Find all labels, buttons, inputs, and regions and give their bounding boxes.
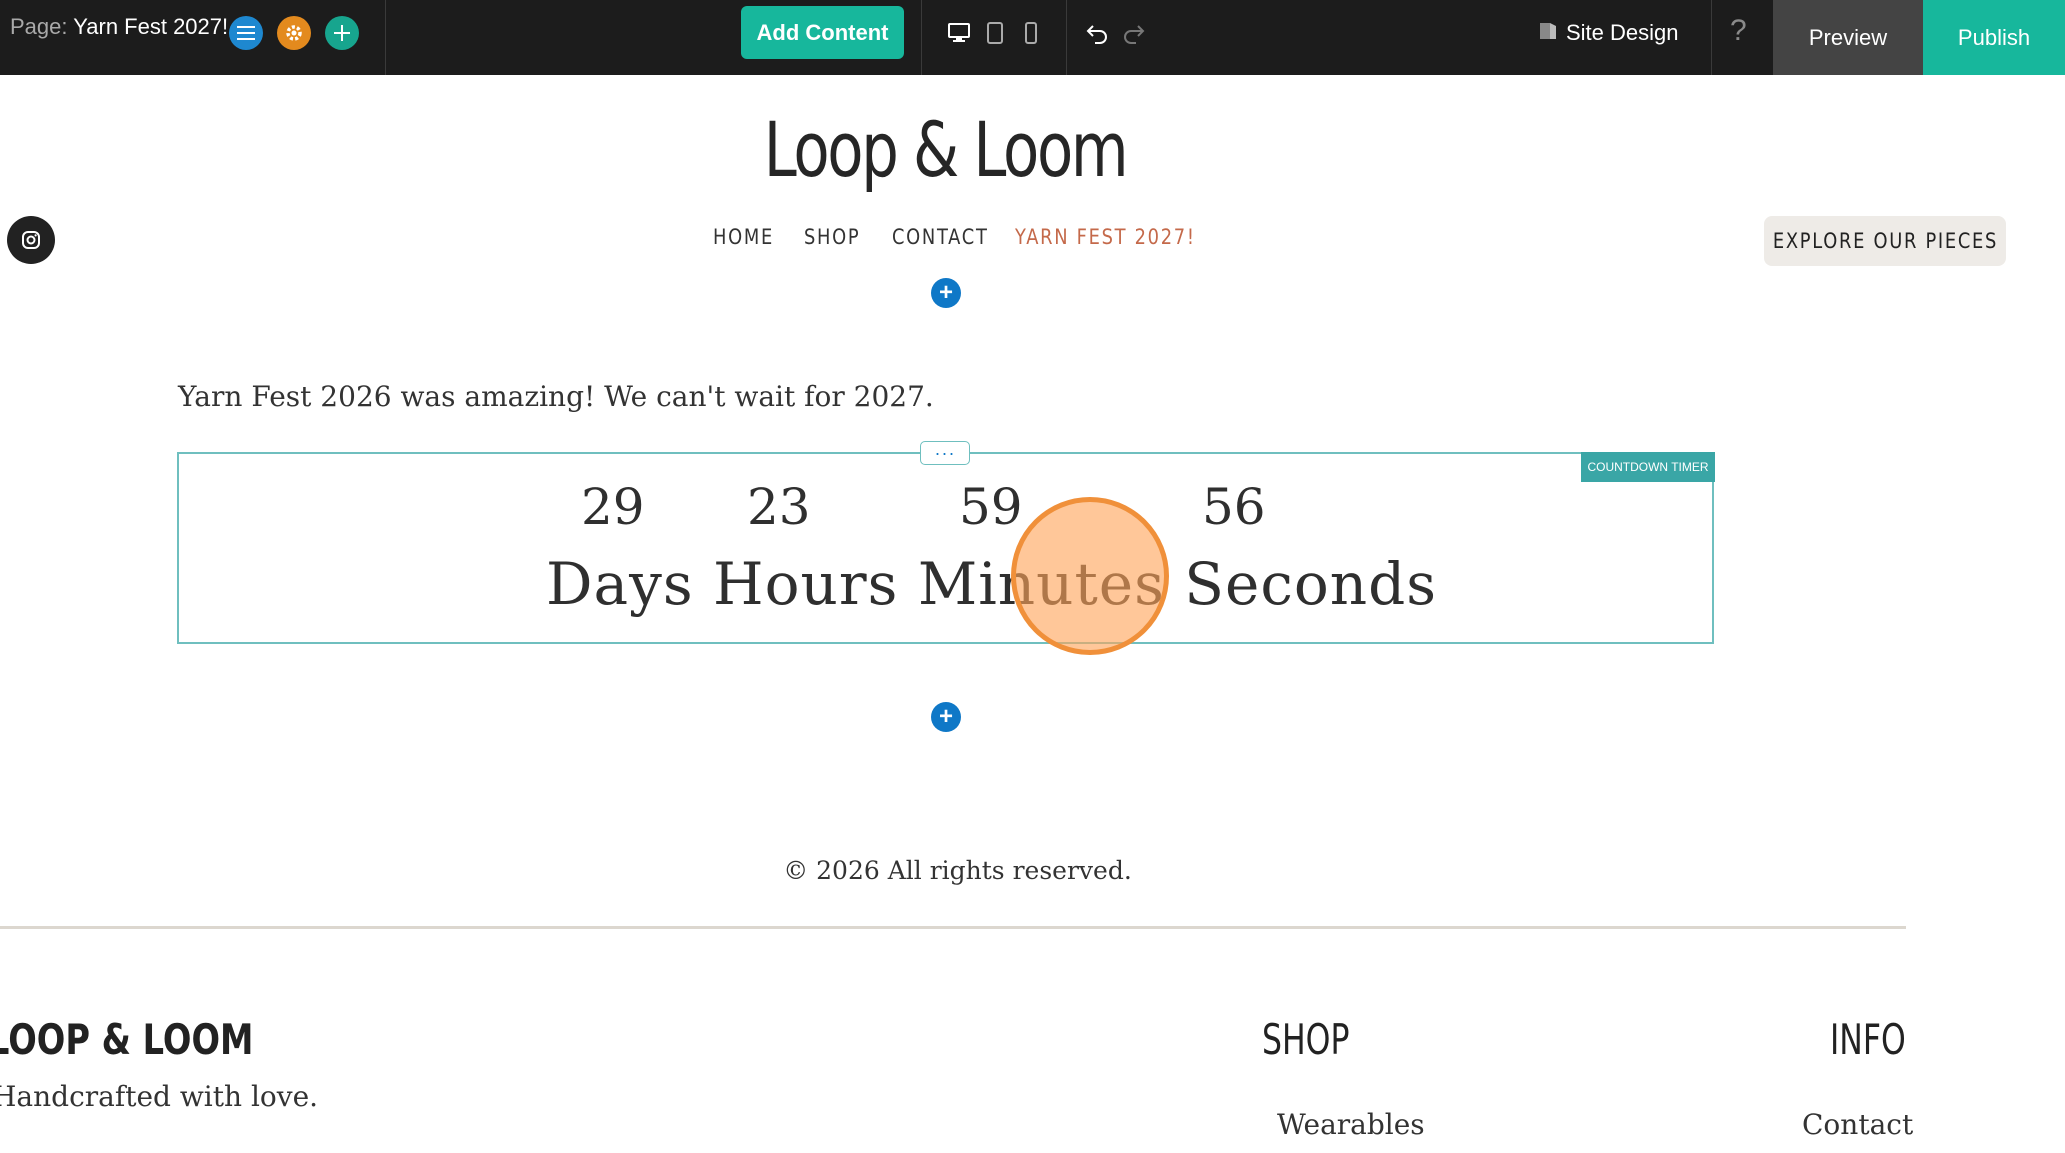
site-design-button[interactable]: Site Design [1538, 18, 1679, 48]
intro-text[interactable]: Yarn Fest 2026 was amazing! We can't wai… [178, 380, 934, 413]
countdown-hours-value: 23 [747, 478, 811, 536]
site-title[interactable]: Loop & Loom [208, 100, 1682, 200]
countdown-unit-labels: Days Hours Minutes Seconds [546, 550, 1438, 618]
countdown-minutes-value: 59 [959, 478, 1023, 536]
site-design-label: Site Design [1566, 20, 1679, 45]
footer-info-heading[interactable]: INFO [1830, 1015, 1906, 1064]
page-name: Yarn Fest 2027! [73, 14, 229, 39]
toolbar-divider [385, 0, 386, 75]
page-label: Page: [10, 14, 68, 39]
countdown-seconds-value: 56 [1202, 478, 1266, 536]
undo-icon[interactable] [1083, 19, 1111, 47]
site-design-icon [1538, 19, 1558, 47]
page-menu-icon[interactable] [229, 16, 263, 50]
block-options-menu-icon[interactable]: ··· [920, 441, 970, 465]
copyright-text[interactable]: © 2026 All rights reserved. [0, 856, 1915, 885]
toolbar-divider [921, 0, 922, 75]
countdown-days-value: 29 [581, 478, 645, 536]
mobile-view-icon[interactable] [1019, 20, 1043, 46]
add-content-button[interactable]: Add Content [741, 6, 904, 59]
footer-link-contact[interactable]: Contact [1802, 1108, 1913, 1141]
nav-item-yarn-fest[interactable]: YARN FEST 2027! [1015, 225, 1196, 249]
add-section-plus-icon[interactable]: + [931, 702, 961, 732]
footer-divider [0, 926, 1906, 929]
footer-tagline[interactable]: Handcrafted with love. [0, 1080, 318, 1113]
click-cursor-highlight [1011, 497, 1169, 655]
publish-button[interactable]: Publish [1923, 0, 2065, 75]
toolbar-divider [1066, 0, 1067, 75]
nav-item-home[interactable]: HOME [713, 225, 774, 249]
desktop-view-icon[interactable] [946, 20, 972, 46]
countdown-timer-tag: COUNTDOWN TIMER [1581, 452, 1715, 482]
add-page-plus-icon[interactable] [325, 16, 359, 50]
preview-button[interactable]: Preview [1773, 0, 1923, 75]
toolbar-divider [1711, 0, 1712, 75]
tablet-view-icon[interactable] [983, 20, 1007, 46]
nav-item-shop[interactable]: SHOP [804, 225, 860, 249]
footer-shop-heading[interactable]: SHOP [1262, 1015, 1349, 1064]
redo-icon[interactable] [1120, 19, 1148, 47]
nav-item-contact[interactable]: CONTACT [892, 225, 989, 249]
page-selector[interactable]: Page: Yarn Fest 2027! [10, 14, 228, 40]
editor-toolbar: Page: Yarn Fest 2027! Add Content Site D… [0, 0, 2065, 75]
footer-link-wearables[interactable]: Wearables [1277, 1108, 1425, 1141]
explore-our-pieces-button[interactable]: EXPLORE OUR PIECES [1764, 216, 2006, 266]
page-settings-gear-icon[interactable] [277, 16, 311, 50]
instagram-icon[interactable] [7, 216, 55, 264]
footer-brand[interactable]: LOOP & LOOM [0, 1015, 253, 1064]
help-icon[interactable]: ? [1730, 14, 1747, 48]
add-section-plus-icon[interactable]: + [931, 278, 961, 308]
explore-button-label: EXPLORE OUR PIECES [1772, 229, 1998, 253]
